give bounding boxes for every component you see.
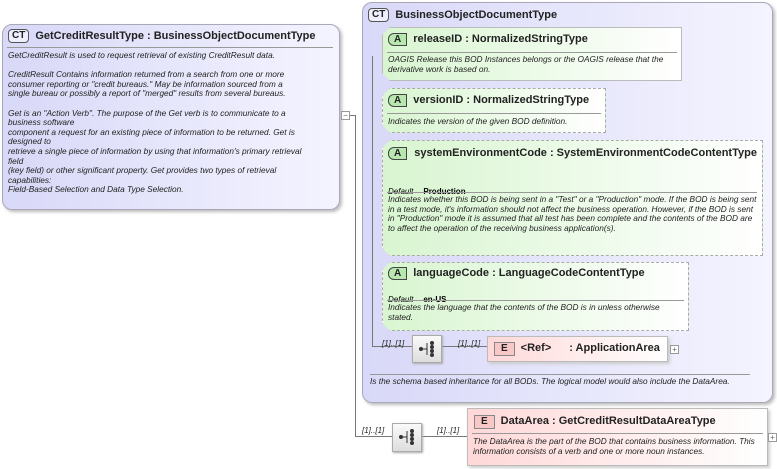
attribute-description: OAGIS Release this BOD Instances belongs… bbox=[388, 54, 664, 74]
complex-type-badge: CT bbox=[8, 29, 30, 43]
element-title: DataArea : GetCreditResultDataAreaType bbox=[500, 415, 716, 427]
collapse-icon[interactable]: − bbox=[341, 111, 350, 120]
description-line: component a request for an existing piec… bbox=[8, 126, 295, 137]
connector bbox=[355, 115, 356, 436]
attribute-releaseID[interactable]: AreleaseID : NormalizedStringType OAGIS … bbox=[382, 27, 682, 81]
description-line: retrieve a single piece of information b… bbox=[8, 145, 302, 156]
sequence-icon[interactable] bbox=[412, 335, 442, 363]
base-description: Is the schema based inheritance for all … bbox=[370, 376, 730, 386]
root-title: GetCreditResultType : BusinessObjectDocu… bbox=[35, 29, 316, 42]
sequence-cardinality: [1]..[1] bbox=[382, 339, 405, 348]
attribute-description: Indicates the version of the given BOD d… bbox=[388, 116, 568, 126]
attribute-languageCode[interactable]: AlanguageCode : LanguageCodeContentType … bbox=[382, 262, 689, 331]
connector bbox=[421, 436, 467, 437]
sequence-icon[interactable] bbox=[392, 423, 422, 452]
attribute-title: releaseID : NormalizedStringType bbox=[413, 33, 588, 45]
description-line: Field-Based Selection and Data Type Sele… bbox=[8, 184, 184, 195]
element-badge: E bbox=[474, 415, 495, 429]
attribute-description: Indicates the language that the contents… bbox=[388, 302, 660, 322]
attribute-title: systemEnvironmentCode : SystemEnvironmen… bbox=[414, 147, 757, 159]
base-title: BusinessObjectDocumentType bbox=[395, 8, 558, 21]
attribute-badge: A bbox=[388, 94, 407, 107]
sequence-cardinality: [1]..[1] bbox=[362, 426, 385, 435]
element-cardinality: [1]..[1] bbox=[458, 339, 481, 348]
root-description: GetCreditResult is used to request retri… bbox=[8, 50, 338, 195]
attribute-title: languageCode : LanguageCodeContentType bbox=[413, 267, 645, 279]
element-description: The DataArea is the part of the BOD that… bbox=[473, 436, 755, 456]
element-cardinality: [1]..[1] bbox=[437, 426, 460, 435]
attribute-systemEnvironmentCode[interactable]: AsystemEnvironmentCode : SystemEnvironme… bbox=[382, 140, 763, 256]
complex-type-badge: CT bbox=[368, 8, 390, 22]
description-line: single bureau or possibly a report of "m… bbox=[8, 88, 286, 99]
expand-icon[interactable]: + bbox=[670, 345, 679, 354]
ref-label: <Ref> bbox=[520, 342, 552, 354]
element-DataArea[interactable]: E DataArea : GetCreditResultDataAreaType … bbox=[467, 408, 768, 466]
attribute-description: Indicates whether this BOD is being sent… bbox=[388, 194, 757, 233]
attribute-badge: A bbox=[388, 33, 407, 46]
description-line: GetCreditResult is used to request retri… bbox=[8, 50, 276, 60]
expand-icon[interactable]: + bbox=[768, 433, 777, 442]
root-complex-type[interactable]: CT GetCreditResultType : BusinessObjectDo… bbox=[2, 24, 340, 210]
description-line: (key field) or other significant propert… bbox=[8, 165, 277, 176]
attribute-title: versionID : NormalizedStringType bbox=[413, 94, 590, 106]
connector bbox=[355, 436, 393, 437]
attribute-badge: A bbox=[388, 147, 407, 160]
attribute-badge: A bbox=[388, 267, 407, 280]
element-title: : ApplicationArea bbox=[569, 342, 660, 354]
element-ApplicationArea[interactable]: E <Ref> : ApplicationArea bbox=[487, 336, 668, 362]
element-badge: E bbox=[494, 342, 515, 356]
attribute-versionID[interactable]: AversionID : NormalizedStringType Indica… bbox=[382, 88, 606, 133]
